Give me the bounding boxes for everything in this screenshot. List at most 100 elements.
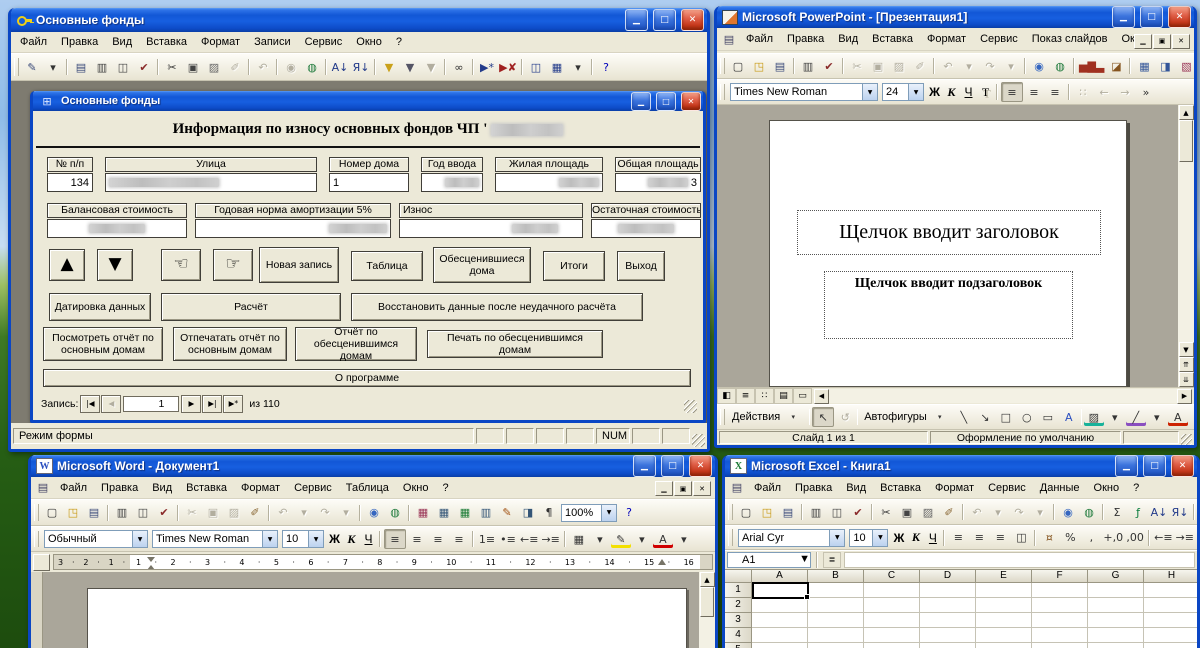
wordart-icon[interactable]: A	[1059, 408, 1079, 426]
redo-icon[interactable]: ↷	[1009, 503, 1029, 521]
web-toolbar-icon[interactable]: ◍	[1079, 503, 1099, 521]
form-minimize-button[interactable]: ▁	[631, 91, 651, 111]
hand-right-button[interactable]: ☞	[213, 249, 253, 281]
select-arrow-icon[interactable]: ↖	[812, 407, 835, 427]
help-icon[interactable]: ?	[596, 58, 616, 76]
menu-item[interactable]: Показ слайдов	[1025, 31, 1115, 47]
format-painter-icon[interactable]: ✐	[245, 504, 265, 522]
menu-item[interactable]: Файл	[747, 480, 788, 496]
document-icon[interactable]: ▤	[33, 479, 53, 497]
minimize-button[interactable]: ▁	[633, 455, 656, 477]
form-titlebar[interactable]: ⊞ Основные фонды ▁ □ ✕	[33, 91, 703, 111]
next-slide-icon[interactable]: ⇊	[1178, 372, 1194, 387]
document-page[interactable]	[87, 588, 687, 648]
toolbar-grip[interactable]	[34, 530, 39, 548]
font-style-button[interactable]: Ж	[890, 529, 907, 546]
minimize-button[interactable]: ▁	[625, 9, 648, 31]
menu-item[interactable]: Правка	[780, 31, 831, 47]
field-value-house[interactable]: 1	[329, 173, 409, 192]
title-placeholder[interactable]: Щелчок вводит заголовок	[797, 210, 1101, 255]
columns-icon[interactable]: ▥	[476, 504, 496, 522]
promote-icon[interactable]: ←	[1094, 83, 1114, 101]
scrollbar-thumb[interactable]	[700, 587, 714, 617]
scroll-up-icon[interactable]: ▲	[1178, 105, 1194, 120]
increase-indent-icon[interactable]: →≡	[1175, 529, 1195, 547]
bullets-icon[interactable]: •≡	[498, 530, 518, 548]
maximize-button[interactable]: □	[1143, 455, 1166, 477]
menu-item[interactable]: Правка	[54, 34, 105, 50]
field-value-wear[interactable]	[399, 219, 583, 238]
chevron-down-icon[interactable]: ▼	[872, 529, 888, 546]
depreciated-print-button[interactable]: Печать по обесценившимся домам	[427, 330, 603, 358]
menu-item[interactable]: Правка	[788, 480, 839, 496]
show-paragraph-icon[interactable]: ¶	[539, 504, 559, 522]
dropdown-arrow-icon[interactable]: ▾	[988, 503, 1008, 521]
table-button[interactable]: Таблица	[351, 251, 423, 281]
dropdown-arrow-icon[interactable]: ▾	[1189, 408, 1194, 426]
workbook-icon[interactable]: ▤	[727, 479, 747, 497]
minimize-button[interactable]: ▁	[1115, 455, 1138, 477]
align-justify-icon[interactable]: ≡	[449, 530, 469, 548]
normal-view-icon[interactable]: ◧	[717, 388, 736, 404]
save-icon[interactable]: ▤	[778, 503, 798, 521]
undo-icon[interactable]: ↶	[938, 57, 958, 75]
scroll-left-icon[interactable]: ◀	[814, 388, 829, 404]
dropdown-arrow-icon[interactable]: ▾	[632, 530, 652, 548]
exit-button[interactable]: Выход	[617, 251, 665, 281]
insert-hyperlink-icon[interactable]: ◉	[1029, 57, 1049, 75]
format-painter-icon[interactable]: ✐	[910, 57, 930, 75]
totals-button[interactable]: Итоги	[543, 251, 605, 281]
form-maximize-button[interactable]: □	[656, 91, 676, 111]
currency-icon[interactable]: ¤	[1039, 529, 1059, 547]
horizontal-scrollbar[interactable]: ◀ ▶	[814, 388, 1192, 404]
field-value-living-area[interactable]	[495, 173, 603, 192]
menu-item[interactable]: Вставка	[139, 34, 194, 50]
align-center-icon[interactable]: ≡	[407, 530, 427, 548]
new-slide-icon[interactable]: ▦	[1134, 57, 1154, 75]
filter-by-form-icon[interactable]: ▼	[400, 58, 420, 76]
column-header[interactable]: B	[808, 570, 864, 583]
chevron-down-icon[interactable]: ▼	[799, 553, 810, 567]
undo-icon[interactable]: ↶	[253, 58, 273, 76]
right-indent-marker[interactable]	[658, 559, 666, 565]
field-value-residual[interactable]	[591, 219, 701, 238]
font-style-button[interactable]: К	[343, 531, 360, 548]
sort-descending-icon[interactable]: Я↓	[1170, 503, 1190, 521]
font-style-button[interactable]: Ч	[924, 529, 941, 546]
menu-item[interactable]: Вставка	[865, 31, 920, 47]
powerpoint-titlebar[interactable]: Microsoft PowerPoint - [Презентация1] ▁ …	[717, 6, 1194, 28]
column-header[interactable]: E	[976, 570, 1032, 583]
chevron-down-icon[interactable]: ▼	[908, 84, 923, 100]
paste-icon[interactable]: ▨	[224, 504, 244, 522]
free-rotate-icon[interactable]: ↺	[835, 408, 855, 426]
font-style-button[interactable]: Ж	[326, 531, 343, 548]
redo-icon[interactable]: ↷	[315, 504, 335, 522]
select-all-corner[interactable]	[725, 570, 752, 583]
field-value-street[interactable]	[105, 173, 317, 192]
dropdown-arrow-icon[interactable]: ▾	[336, 504, 356, 522]
toolbar-grip[interactable]	[720, 83, 725, 101]
align-left-icon[interactable]: ≡	[1001, 82, 1023, 102]
maximize-button[interactable]: □	[653, 9, 676, 31]
restore-data-button[interactable]: Восстановить данные после неудачного рас…	[351, 293, 643, 321]
form-resize-grip[interactable]	[684, 400, 697, 413]
close-button[interactable]: ✕	[1168, 6, 1191, 28]
dropdown-arrow-icon[interactable]: ▾	[1001, 57, 1021, 75]
align-center-icon[interactable]: ≡	[969, 529, 989, 547]
open-icon[interactable]: ◳	[63, 504, 83, 522]
paste-icon[interactable]: ▨	[889, 57, 909, 75]
record-up-button[interactable]: ▲	[49, 249, 85, 281]
print-preview-icon[interactable]: ◫	[827, 503, 847, 521]
font-style-button[interactable]: К	[907, 529, 924, 546]
menu-item[interactable]: Формат	[928, 480, 981, 496]
form-close-button[interactable]: ✕	[681, 91, 701, 111]
toolbar-grip[interactable]	[728, 503, 733, 521]
new-icon[interactable]: ▢	[736, 503, 756, 521]
menu-item[interactable]: Данные	[1033, 480, 1087, 496]
new-record-button[interactable]: ▶*	[223, 394, 244, 413]
child-minimize-icon[interactable]: ▁	[655, 481, 673, 496]
redo-icon[interactable]: ↷	[980, 57, 1000, 75]
slide-show-view-icon[interactable]: ▭	[793, 388, 812, 404]
spelling-icon[interactable]: ✔	[819, 57, 839, 75]
hand-left-button[interactable]: ☜	[161, 249, 201, 281]
